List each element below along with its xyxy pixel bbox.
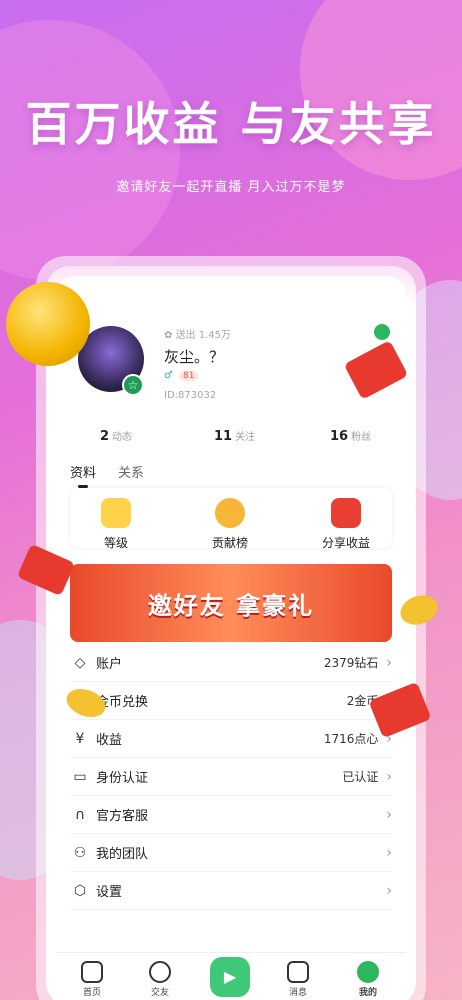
play-icon: ▶ bbox=[223, 967, 237, 986]
tab-relations[interactable]: 关系 bbox=[118, 462, 144, 481]
invite-banner[interactable]: 邀好友 拿豪礼 bbox=[70, 564, 392, 642]
menu-coin-exchange[interactable]: ≋ 金币兑换 2金币 › bbox=[70, 682, 392, 720]
nav-friends[interactable]: 交友 bbox=[140, 961, 180, 998]
menu-account[interactable]: ◇ 账户 2379钻石 › bbox=[70, 644, 392, 682]
id-card-icon: ▭ bbox=[73, 768, 87, 785]
stat-fans[interactable]: 16 粉丝 bbox=[330, 428, 371, 444]
user-name: 灰尘。？ bbox=[164, 348, 225, 366]
bottom-nav: 首页 交友 ▶ 消息 我的 bbox=[56, 952, 406, 1000]
chevron-right-icon: › bbox=[386, 806, 392, 823]
nav-home[interactable]: 首页 bbox=[72, 961, 112, 998]
menu-team[interactable]: ⚇ 我的团队 › bbox=[70, 834, 392, 872]
chevron-right-icon: › bbox=[386, 844, 392, 861]
canvas: 百万收益 与友共享 邀请好友一起开直播 月入过万不是梦 ☆ ✿ 送出 1.45万… bbox=[0, 0, 462, 1000]
headset-icon: ∩ bbox=[74, 806, 86, 823]
user-id: ID:873032 bbox=[164, 390, 217, 401]
nav-live-button[interactable]: ▶ bbox=[210, 957, 250, 997]
crown-icon bbox=[101, 498, 131, 528]
quick-level[interactable]: 等级 bbox=[76, 498, 156, 551]
hero-subtitle: 邀请好友一起开直播 月入过万不是梦 bbox=[116, 180, 346, 195]
gold-coin-decoration bbox=[6, 282, 90, 366]
chevron-right-icon: › bbox=[386, 882, 392, 899]
menu-identity[interactable]: ▭ 身份认证 已认证 › bbox=[70, 758, 392, 796]
medal-icon bbox=[215, 498, 245, 528]
team-icon: ⚇ bbox=[73, 844, 87, 861]
gender-icon: ♂ bbox=[164, 370, 173, 381]
hero-title: 百万收益 与友共享 bbox=[25, 97, 437, 151]
star-icon bbox=[149, 961, 171, 983]
stat-posts[interactable]: 2 动态 bbox=[100, 428, 132, 444]
level-badge: 81 bbox=[178, 370, 199, 381]
settings-icon: ⬡ bbox=[73, 882, 87, 899]
chevron-right-icon: › bbox=[386, 654, 392, 671]
red-envelope-icon bbox=[331, 498, 361, 528]
menu-earnings[interactable]: ¥ 收益 1716点心 › bbox=[70, 720, 392, 758]
menu-support[interactable]: ∩ 官方客服 › bbox=[70, 796, 392, 834]
tab-profile[interactable]: 资料 bbox=[70, 462, 96, 488]
chevron-right-icon: › bbox=[386, 768, 392, 785]
message-icon bbox=[287, 961, 309, 983]
diamond-icon: ◇ bbox=[74, 654, 86, 671]
home-icon bbox=[81, 961, 103, 983]
settings-gear-icon[interactable] bbox=[374, 324, 390, 340]
nav-messages[interactable]: 消息 bbox=[278, 961, 318, 998]
nav-me[interactable]: 我的 bbox=[348, 961, 388, 998]
vip-badge-icon: ☆ bbox=[122, 374, 144, 396]
yen-icon: ¥ bbox=[75, 730, 85, 747]
quick-contribution[interactable]: 贡献榜 bbox=[190, 498, 270, 551]
badges-row: ♂ 81 bbox=[164, 370, 199, 381]
quick-share-earnings[interactable]: 分享收益 bbox=[306, 498, 386, 551]
profile-icon bbox=[357, 961, 379, 983]
menu-settings[interactable]: ⬡ 设置 › bbox=[70, 872, 392, 910]
sent-label: ✿ 送出 1.45万 bbox=[164, 330, 232, 341]
stat-following[interactable]: 11 关注 bbox=[214, 428, 255, 444]
gift-icon: ✿ bbox=[164, 330, 176, 341]
